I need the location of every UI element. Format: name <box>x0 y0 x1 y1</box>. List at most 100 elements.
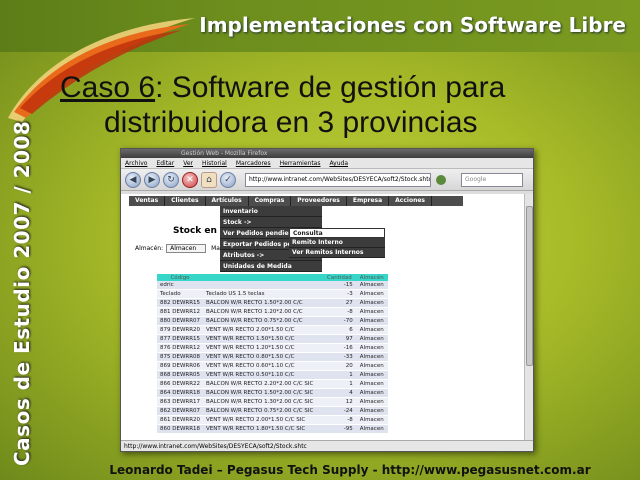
menu-item-4[interactable]: Marcadores <box>236 158 271 168</box>
url-field[interactable]: http://www.intranet.com/WebSites/DESYECA… <box>245 172 431 187</box>
dropdown-item-5[interactable]: Unidades de Medida <box>220 261 322 272</box>
nav-item-2[interactable]: Artículos <box>206 196 249 206</box>
table-row[interactable]: 862 DEWRR07 BALCON W/R RECTO 0.75*2.00 C/… <box>157 406 388 416</box>
dropdown-item-1[interactable]: Stock -> <box>220 217 322 228</box>
table-row[interactable]: 863 DEWRR17 BALCON W/R RECTO 1.30*2.00 C/… <box>157 397 388 407</box>
cell-description: VENT W/R RECTO 0.50*1.10 C/C <box>203 370 324 380</box>
cell-description: BALCON W/R RECTO 2.20*2.00 C/C SIC <box>203 379 324 389</box>
submenu-item-1[interactable]: Remito Interno <box>289 238 385 248</box>
cell-description: VENT W/R RECTO 1.20*1.50 C/C <box>203 343 324 353</box>
menu-item-3[interactable]: Historial <box>202 158 227 168</box>
cell-code: Teclado <box>157 289 204 299</box>
cell-code: 862 DEWRR07 <box>157 406 204 416</box>
back-icon[interactable]: ◀ <box>125 171 141 188</box>
table-row[interactable]: 864 DEWRR18 BALCON W/R RECTO 1.50*2.00 C/… <box>157 388 388 398</box>
table-body: edric -15 Almacen Teclado Teclado US 1.5 tec… <box>157 281 388 434</box>
nav-item-3[interactable]: Compras <box>249 196 292 206</box>
cell-almacen: Almacen <box>355 281 388 290</box>
cell-description: BALCON W/R RECTO 1.50*2.00 C/C SIC <box>203 388 324 398</box>
nav-item-4[interactable]: Proveedores <box>291 196 347 206</box>
almacen-filter: Almacén: Almacen Mat <box>135 244 222 253</box>
slide: Implementaciones con Software Libre Caso… <box>0 0 640 480</box>
table-row[interactable]: 881 DEWRR12 BALCON W/R RECTO 1.20*2.00 C/… <box>157 307 388 317</box>
nav-item-6[interactable]: Acciones <box>389 196 432 206</box>
cell-description <box>203 281 324 290</box>
cell-description: BALCON W/R RECTO 1.20*2.00 C/C <box>203 307 324 317</box>
cell-almacen: Almacen <box>355 379 388 389</box>
cell-quantity: -3 <box>323 289 356 299</box>
table-row[interactable]: 875 DEWRR08 VENT W/R RECTO 0.80*1.50 C/C -… <box>157 352 388 362</box>
slide-title: Caso 6: Software de gestión para distrib… <box>60 70 620 140</box>
table-row[interactable]: 868 DEWRR05 VENT W/R RECTO 0.50*1.10 C/C 1… <box>157 370 388 380</box>
case-title-line2: distribuidora en 3 provincias <box>104 106 478 139</box>
column-header-0[interactable]: Código <box>157 274 204 281</box>
window-titlebar: Gestión Web - Mozilla Firefox <box>121 149 533 158</box>
cell-almacen: Almacen <box>355 334 388 344</box>
cell-code: 875 DEWRR08 <box>157 352 204 362</box>
cell-code: 881 DEWRR12 <box>157 307 204 317</box>
menu-item-1[interactable]: Editar <box>156 158 174 168</box>
cell-description: VENT W/R RECTO 2.00*1.50 C/C <box>203 325 324 335</box>
cell-almacen: Almacen <box>355 361 388 371</box>
side-caption: Casos de Estudio 2007 / 2008 <box>10 120 34 466</box>
cell-quantity: -70 <box>323 316 356 326</box>
cell-almacen: Almacen <box>355 307 388 317</box>
table-row[interactable]: 866 DEWRR22 BALCON W/R RECTO 2.20*2.00 C/… <box>157 379 388 389</box>
case-title-line1: : Software de gestión para <box>155 71 506 104</box>
nav-item-5[interactable]: Empresa <box>347 196 390 206</box>
menu-item-6[interactable]: Ayuda <box>329 158 348 168</box>
browser-menubar: Archivo Editar Ver Historial Marcadores Herra… <box>121 158 533 169</box>
table-row[interactable]: 860 DEWRR18 VENT W/R RECTO 1.80*1.50 C/C … <box>157 424 388 434</box>
table-row[interactable]: edric -15 Almacen <box>157 281 388 290</box>
case-number: Caso 6 <box>60 71 156 104</box>
stock-submenu: Consulta Remito Interno Ver Remitos Intern… <box>289 228 385 258</box>
submenu-item-2[interactable]: Ver Remitos Internos <box>289 248 385 258</box>
table-row[interactable]: 880 DEWRR07 BALCON W/R RECTO 0.75*2.00 C/… <box>157 316 388 326</box>
nav-item-0[interactable]: Ventas <box>129 196 166 206</box>
table-row[interactable]: 882 DEWRR15 BALCON W/R RECTO 1.50*2.00 C/… <box>157 298 388 308</box>
table-row[interactable]: 869 DEWRR06 VENT W/R RECTO 0.60*1.10 C/C 2… <box>157 361 388 371</box>
table-row[interactable]: 877 DEWRR15 VENT W/R RECTO 1.50*1.50 C/C 9… <box>157 334 388 344</box>
cell-code: 876 DEWRR12 <box>157 343 204 353</box>
cell-code: 866 DEWRR22 <box>157 379 204 389</box>
cell-description: BALCON W/R RECTO 0.75*2.00 C/C <box>203 316 324 326</box>
go-icon[interactable] <box>436 174 446 185</box>
cell-quantity: -8 <box>323 415 356 425</box>
menu-item-2[interactable]: Ver <box>183 158 193 168</box>
dropdown-item-0[interactable]: Inventario <box>220 206 322 217</box>
column-header-3[interactable]: Almacén <box>355 274 388 281</box>
column-header-2[interactable]: Cantidad <box>323 274 356 281</box>
vertical-scrollbar[interactable] <box>524 194 533 440</box>
menu-item-0[interactable]: Archivo <box>125 158 147 168</box>
cell-description: BALCON W/R RECTO 0.75*2.00 C/C SIC <box>203 406 324 416</box>
scroll-thumb[interactable] <box>526 206 533 366</box>
home-icon[interactable]: ⌂ <box>201 171 217 188</box>
cell-quantity: 97 <box>323 334 356 344</box>
almacen-select[interactable]: Almacen <box>166 244 207 253</box>
footer-credit: Leonardo Tadei – Pegasus Tech Supply - h… <box>109 463 591 477</box>
nav-item-1[interactable]: Clientes <box>165 196 206 206</box>
table-row[interactable]: Teclado Teclado US 1.5 teclas -3 Almacen <box>157 289 388 299</box>
cell-almacen: Almacen <box>355 289 388 299</box>
table-row[interactable]: 861 DEWRR20 VENT W/R RECTO 2.00*1.50 C/C … <box>157 415 388 425</box>
cell-almacen: Almacen <box>355 388 388 398</box>
search-field[interactable]: Google <box>461 172 523 187</box>
cell-description: Teclado US 1.5 teclas <box>203 289 324 299</box>
menu-item-5[interactable]: Herramientas <box>280 158 321 168</box>
cell-code: 879 DEWRR20 <box>157 325 204 335</box>
header-title: Implementaciones con Software Libre <box>199 13 626 37</box>
app-nav-bar: Ventas Clientes Artículos Compras Proveedore… <box>129 196 463 206</box>
cell-almacen: Almacen <box>355 406 388 416</box>
column-header-1[interactable] <box>203 274 324 281</box>
stop-icon[interactable]: ✕ <box>182 171 198 188</box>
table-row[interactable]: 879 DEWRR20 VENT W/R RECTO 2.00*1.50 C/C 6… <box>157 325 388 335</box>
table-row[interactable]: 876 DEWRR12 VENT W/R RECTO 1.20*1.50 C/C -… <box>157 343 388 353</box>
cell-almacen: Almacen <box>355 397 388 407</box>
security-icon[interactable]: ✓ <box>220 171 236 188</box>
table-header-row: Código Cantidad Almacén <box>157 274 388 281</box>
forward-icon[interactable]: ▶ <box>144 171 160 188</box>
cell-description: VENT W/R RECTO 0.60*1.10 C/C <box>203 361 324 371</box>
reload-icon[interactable]: ↻ <box>163 171 179 188</box>
browser-window: Gestión Web - Mozilla Firefox Archivo Edi… <box>120 148 534 452</box>
submenu-item-0[interactable]: Consulta <box>289 228 385 238</box>
